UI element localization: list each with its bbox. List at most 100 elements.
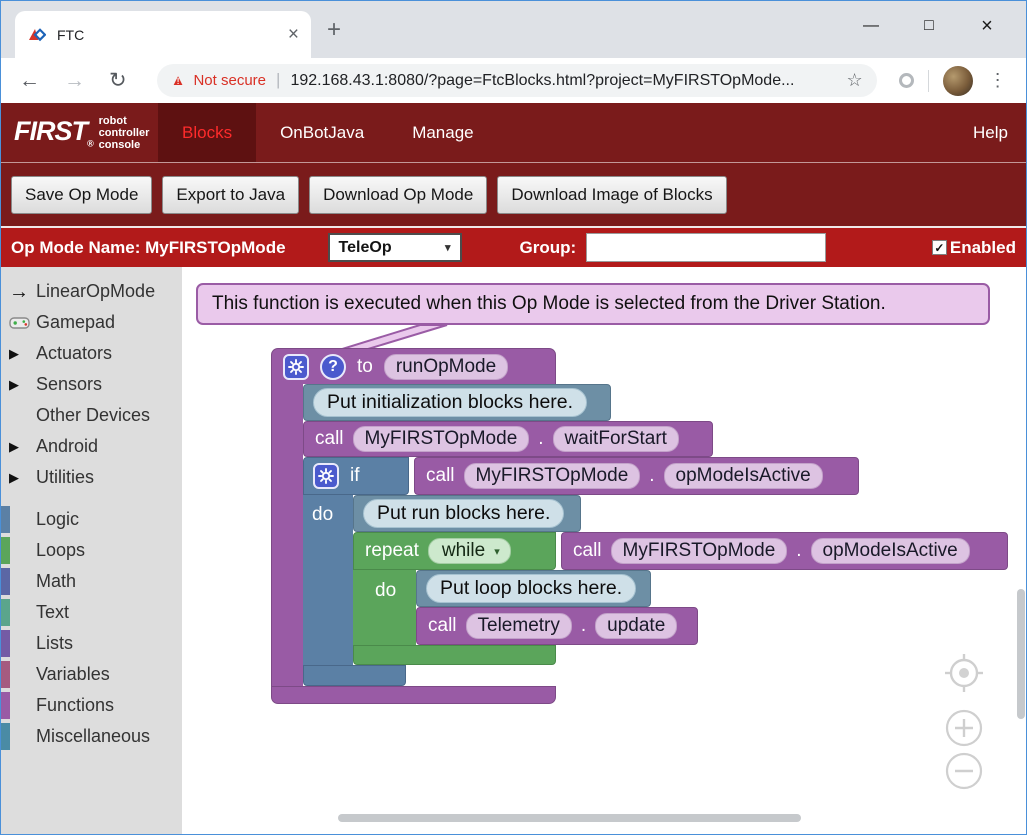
triangle-expand-icon: ▶ (9, 377, 19, 393)
repeat-keyword: repeat (365, 540, 419, 562)
url-field[interactable]: ▲ ! Not secure | 192.168.43.1:8080/?page… (157, 64, 877, 97)
category-color-chip (1, 630, 10, 657)
call-block-waitforstart[interactable]: call MyFIRSTOpMode . waitForStart (303, 421, 713, 457)
url-text[interactable]: 192.168.43.1:8080/?page=FtcBlocks.html?p… (290, 72, 838, 90)
horizontal-scrollbar[interactable] (338, 814, 801, 822)
save-opmode-button[interactable]: Save Op Mode (11, 176, 152, 214)
toolbox-category-functions[interactable]: Functions (1, 690, 182, 721)
call-block-opmodeisactive[interactable]: call MyFIRSTOpMode . opModeIsActive (414, 457, 859, 495)
category-color-chip (1, 568, 10, 595)
object-field[interactable]: MyFIRSTOpMode (611, 538, 788, 564)
ftc-header: FIRST® robot controller console Blocks O… (1, 103, 1026, 162)
category-color-chip (1, 723, 10, 750)
nav-tab-onbotjava[interactable]: OnBotJava (256, 103, 388, 162)
arrow-right-icon: → (9, 282, 29, 302)
toolbox-category-miscellaneous[interactable]: Miscellaneous (1, 721, 182, 752)
toolbox-item-gamepad[interactable]: Gamepad (1, 307, 182, 338)
back-icon[interactable]: ← (19, 69, 40, 93)
function-block-runopmode[interactable]: ? to runOpMode Put initialization blocks… (271, 348, 1008, 704)
logo-subtitle: robot controller console (99, 115, 158, 151)
blocks-toolbox: → LinearOpMode Gamepad ▶ Actuators (1, 267, 182, 834)
call-block-telemetry-update[interactable]: call Telemetry . update (416, 607, 698, 645)
toolbox-item-actuators[interactable]: ▶ Actuators (1, 338, 182, 369)
minimize-button[interactable]: — (842, 7, 900, 45)
group-label: Group: (520, 238, 577, 258)
triangle-expand-icon: ▶ (9, 470, 19, 486)
method-field[interactable]: waitForStart (553, 426, 679, 452)
mutator-gear-icon[interactable] (313, 463, 339, 489)
opmode-flavor-select[interactable]: TeleOp ▾ (328, 233, 462, 262)
close-button[interactable]: × (958, 7, 1016, 45)
category-color-chip (1, 506, 10, 533)
category-color-chip (1, 537, 10, 564)
method-field[interactable]: update (595, 613, 677, 639)
if-block[interactable]: if call MyFIRSTOpMode . opModeIsActive (303, 457, 1008, 686)
bookmark-star-icon[interactable]: ☆ (846, 70, 862, 91)
repeat-block-footer (353, 645, 556, 665)
reload-icon[interactable]: ↻ (109, 68, 127, 93)
repeat-do-spine: do (353, 570, 416, 645)
toolbox-category-variables[interactable]: Variables (1, 659, 182, 690)
export-to-java-button[interactable]: Export to Java (162, 176, 299, 214)
toolbox-item-linearopmode[interactable]: → LinearOpMode (1, 276, 182, 307)
dropdown-arrow-icon: ▾ (494, 545, 500, 558)
logo-title: FIRST (14, 116, 87, 146)
enabled-control: ✓ Enabled (932, 238, 1016, 258)
object-field[interactable]: Telemetry (466, 613, 572, 639)
vertical-scrollbar[interactable] (1017, 589, 1025, 719)
while-dropdown[interactable]: while ▾ (428, 538, 511, 564)
tab-bar: FTC × + — □ × (1, 1, 1026, 58)
toolbox-item-utilities[interactable]: ▶ Utilities (1, 462, 182, 493)
toolbox-category-loops[interactable]: Loops (1, 535, 182, 566)
not-secure-warning-icon: ▲ ! (171, 73, 186, 88)
new-tab-button[interactable]: + (327, 16, 341, 44)
comment-block-loop[interactable]: Put loop blocks here. (416, 570, 651, 607)
mutator-gear-icon[interactable] (283, 354, 309, 380)
comment-bubble: This function is executed when this Op M… (196, 283, 990, 325)
enabled-checkbox[interactable]: ✓ (932, 240, 947, 255)
comment-bubble-tail (342, 324, 452, 351)
comment-block-init[interactable]: Put initialization blocks here. (303, 384, 611, 421)
extension-icon[interactable] (899, 73, 914, 88)
object-field[interactable]: MyFIRSTOpMode (464, 463, 641, 489)
help-icon[interactable]: ? (320, 354, 346, 380)
repeat-while-block[interactable]: repeat while ▾ (353, 532, 1008, 665)
call-block-opmodeisactive[interactable]: call MyFIRSTOpMode . opModeIsActive (561, 532, 1008, 570)
download-opmode-button[interactable]: Download Op Mode (309, 176, 487, 214)
method-field[interactable]: opModeIsActive (811, 538, 970, 564)
download-image-button[interactable]: Download Image of Blocks (497, 176, 726, 214)
maximize-button[interactable]: □ (900, 7, 958, 45)
to-keyword: to (357, 356, 373, 378)
tab-close-icon[interactable]: × (288, 24, 299, 46)
omnibox-separator: | (276, 70, 280, 90)
object-field[interactable]: MyFIRSTOpMode (353, 426, 530, 452)
window-controls: — □ × (842, 7, 1016, 45)
toolbox-category-lists[interactable]: Lists (1, 628, 182, 659)
blocks-workspace[interactable]: This function is executed when this Op M… (182, 267, 1027, 834)
tab-title: FTC (57, 27, 288, 43)
nav-tab-blocks[interactable]: Blocks (158, 103, 256, 162)
if-do-spine: do (303, 495, 353, 665)
toolbox-item-sensors[interactable]: ▶ Sensors (1, 369, 182, 400)
toolbox-category-logic[interactable]: Logic (1, 504, 182, 535)
group-input[interactable] (586, 233, 826, 262)
block-stack: ? to runOpMode Put initialization blocks… (271, 348, 1008, 704)
opmode-toolbar: Save Op Mode Export to Java Download Op … (1, 162, 1026, 226)
method-field[interactable]: opModeIsActive (664, 463, 823, 489)
triangle-expand-icon: ▶ (9, 439, 19, 455)
gamepad-icon (9, 316, 30, 330)
browser-menu-icon[interactable]: ⋮ (989, 70, 1007, 91)
nav-tab-manage[interactable]: Manage (388, 103, 497, 162)
opmode-name-label: Op Mode Name: MyFIRSTOpMode (11, 238, 286, 258)
help-link[interactable]: Help (973, 103, 1026, 162)
toolbox-category-math[interactable]: Math (1, 566, 182, 597)
toolbox-item-other-devices[interactable]: Other Devices (1, 400, 182, 431)
toolbox-category-text[interactable]: Text (1, 597, 182, 628)
profile-avatar[interactable] (943, 66, 973, 96)
not-secure-label[interactable]: Not secure (193, 72, 266, 89)
function-name-field[interactable]: runOpMode (384, 354, 508, 380)
toolbox-item-android[interactable]: ▶ Android (1, 431, 182, 462)
select-arrow-icon: ▾ (445, 241, 451, 254)
comment-block-run[interactable]: Put run blocks here. (353, 495, 581, 532)
browser-tab[interactable]: FTC × (15, 11, 311, 58)
